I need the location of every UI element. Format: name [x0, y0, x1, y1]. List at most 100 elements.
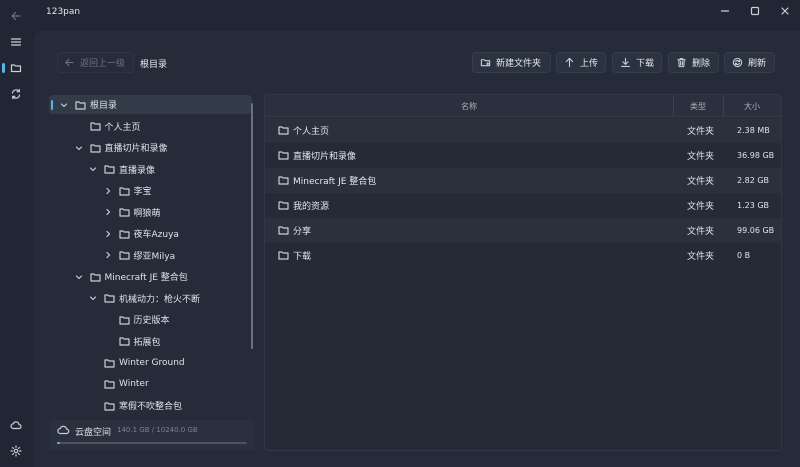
tree-item[interactable]: Winter [49, 375, 252, 394]
chevron-down-icon[interactable] [59, 100, 69, 110]
storage-bar-track [57, 442, 247, 444]
download-button[interactable]: 下载 [612, 52, 662, 73]
folder-icon [118, 336, 130, 346]
file-size: 0 B [737, 251, 751, 260]
tree-item[interactable]: 李宝 [49, 181, 252, 200]
upload-label: 上传 [580, 59, 599, 69]
delete-button[interactable]: 删除 [668, 52, 719, 73]
column-header-size[interactable]: 大小 [744, 101, 760, 112]
table-row[interactable]: 我的资源 文件夹 1.23 GB [265, 193, 781, 218]
settings-button[interactable] [4, 440, 28, 462]
back-nav-button[interactable] [4, 5, 28, 27]
file-size: 99.06 GB [737, 226, 775, 235]
trash-icon [677, 58, 686, 68]
chevron-right-icon[interactable] [103, 186, 113, 196]
folder-icon [278, 250, 289, 263]
file-type: 文件夹 [687, 127, 715, 137]
hamburger-icon [10, 38, 22, 46]
chevron-down-icon[interactable] [88, 164, 98, 174]
new-folder-button[interactable]: 新建文件夹 [472, 52, 551, 73]
tree-item[interactable]: 缪亚Milya [49, 246, 252, 265]
column-header-name[interactable]: 名称 [461, 101, 477, 112]
go-up-button[interactable]: 返回上一级 [57, 52, 134, 73]
minimize-button[interactable] [710, 2, 740, 20]
tree-item-label: 李宝 [133, 187, 152, 197]
refresh-label: 刷新 [748, 59, 767, 69]
arrow-left-icon [65, 58, 74, 67]
tree-item-label: Winter Ground [119, 357, 185, 368]
tree-item[interactable]: 历史版本 [49, 310, 252, 329]
column-separator[interactable] [723, 95, 724, 117]
storage-value: 140.1 GB / 10240.0 GB [117, 426, 198, 434]
tree-item-label: 拓展包 [133, 337, 161, 348]
tree-item[interactable]: 啊狼萌 [49, 203, 252, 222]
tree-item[interactable]: 夜车Azuya [49, 224, 252, 243]
tree-item[interactable]: 拓展包 [49, 332, 252, 351]
window-title: 123pan [46, 7, 81, 17]
column-header-type[interactable]: 类型 [690, 101, 706, 112]
file-name: Minecraft JE 整合包 [293, 177, 377, 187]
folder-icon [104, 401, 115, 411]
tree-item-label: 寒假不吹整合包 [119, 402, 183, 412]
file-name: 分享 [293, 227, 312, 237]
table-row[interactable]: 下载 文件夹 0 B [265, 243, 781, 268]
folder-icon [75, 100, 86, 110]
file-type: 文件夹 [687, 252, 715, 262]
tree-item[interactable]: Winter Ground [49, 353, 252, 372]
tree-item[interactable]: 直播录像 [49, 160, 252, 179]
folder-icon [104, 358, 115, 368]
tree-item[interactable]: Minecraft JE 整合包 [49, 267, 252, 286]
cloud-icon [10, 421, 22, 430]
chevron-right-icon[interactable] [103, 207, 113, 217]
tree-scrollbar[interactable] [251, 103, 253, 349]
chevron-right-icon[interactable] [103, 250, 113, 260]
gear-icon [10, 445, 22, 457]
chevron-down-icon[interactable] [74, 272, 84, 282]
file-type: 文件夹 [687, 152, 715, 162]
refresh-icon [732, 57, 743, 68]
refresh-button[interactable]: 刷新 [724, 52, 775, 73]
tree-item-label: 根目录 [90, 101, 118, 111]
delete-label: 删除 [692, 59, 711, 69]
folder-icon [278, 175, 289, 188]
table-row[interactable]: 直播切片和录像 文件夹 36.98 GB [265, 143, 781, 168]
tree-item-label: 机械动力：枪火不断 [119, 294, 201, 305]
folder-icon [278, 200, 289, 213]
tree-item-label: Winter [119, 379, 149, 389]
storage-label: 云盘空间 [75, 428, 112, 438]
maximize-button[interactable] [740, 2, 770, 20]
chevron-right-icon[interactable] [103, 229, 113, 239]
close-button[interactable] [770, 2, 800, 20]
tree-item[interactable]: 寒假不吹整合包 [49, 396, 252, 415]
sync-icon [11, 88, 21, 100]
chevron-down-icon[interactable] [74, 143, 84, 153]
folder-icon [104, 164, 115, 174]
upload-button[interactable]: 上传 [556, 52, 606, 73]
column-separator[interactable] [673, 95, 674, 117]
file-type: 文件夹 [687, 202, 715, 212]
nav-sync-button[interactable] [4, 83, 28, 105]
file-size: 1.23 GB [737, 201, 770, 210]
tree-item[interactable]: 机械动力：枪火不断 [49, 289, 252, 308]
tree-item[interactable]: 根目录 [49, 95, 252, 114]
folder-add-icon [480, 59, 491, 67]
nav-files-button[interactable] [2, 57, 28, 79]
maximize-icon [750, 6, 760, 16]
file-size: 2.38 MB [737, 126, 770, 135]
menu-button[interactable] [4, 31, 28, 53]
tree-item-label: 啊狼萌 [133, 208, 161, 219]
folder-icon [89, 272, 101, 282]
table-row[interactable]: 个人主页 文件夹 2.38 MB [265, 118, 781, 143]
table-row[interactable]: 分享 文件夹 99.06 GB [265, 218, 781, 243]
chevron-down-icon[interactable] [88, 293, 98, 303]
file-name: 我的资源 [293, 202, 330, 212]
folder-icon [118, 250, 130, 260]
tree-item[interactable]: 直播切片和录像 [49, 138, 252, 157]
folder-icon [278, 225, 289, 238]
tree-item[interactable]: 个人主页 [49, 117, 252, 136]
tree-item-label: 历史版本 [133, 316, 170, 326]
nav-cloud-button[interactable] [4, 414, 28, 436]
table-row[interactable]: Minecraft JE 整合包 文件夹 2.82 GB [265, 168, 781, 193]
